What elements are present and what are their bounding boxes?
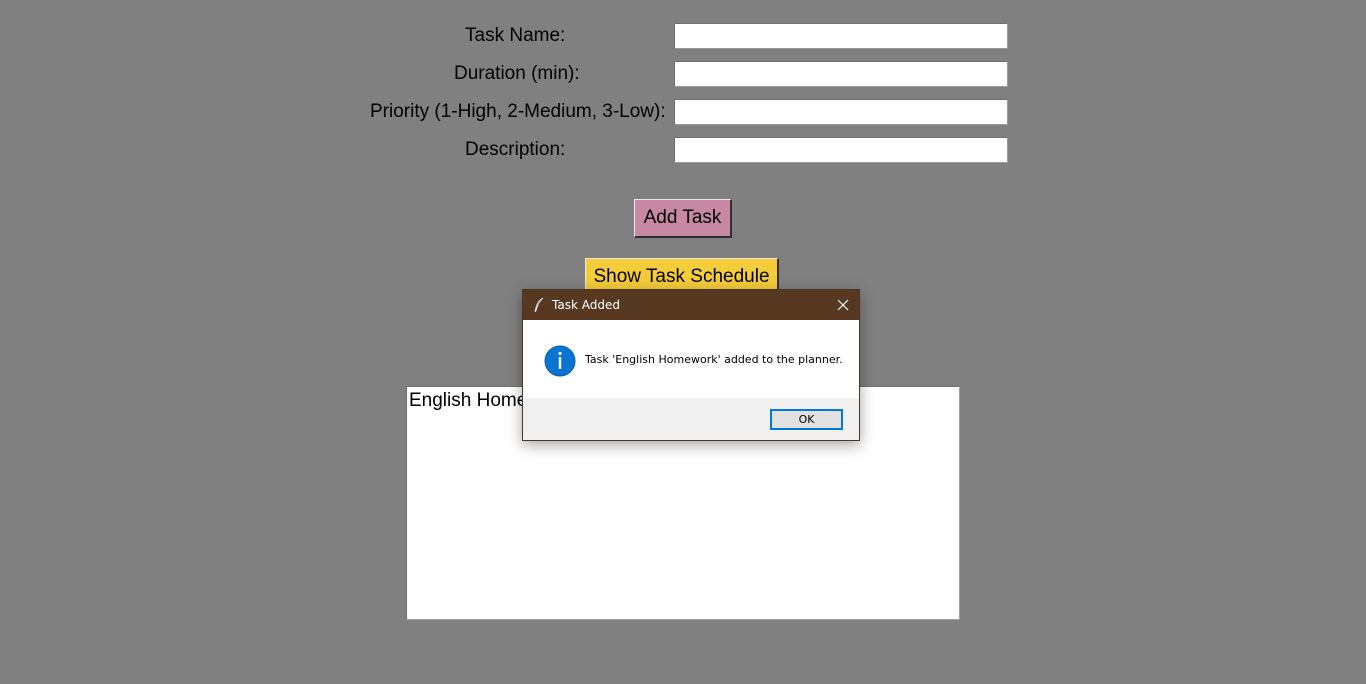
task-name-label: Task Name: [465, 25, 566, 46]
add-task-button[interactable]: Add Task [634, 199, 732, 238]
app-window: Task Name: Duration (min): Priority (1-H… [0, 0, 1366, 684]
dialog-footer: OK [523, 398, 859, 440]
duration-input[interactable] [674, 61, 1008, 87]
info-icon [544, 345, 576, 377]
close-icon [837, 299, 849, 311]
task-added-dialog: Task Added Task 'English Homework' added… [522, 289, 860, 441]
dialog-message: Task 'English Homework' added to the pla… [585, 353, 843, 366]
dialog-title: Task Added [552, 298, 620, 312]
ok-button[interactable]: OK [770, 409, 843, 430]
feather-icon [532, 297, 546, 313]
priority-input[interactable] [674, 99, 1008, 125]
task-name-input[interactable] [674, 23, 1008, 49]
priority-label: Priority (1-High, 2-Medium, 3-Low): [370, 101, 666, 122]
description-input[interactable] [674, 137, 1008, 163]
dialog-titlebar[interactable]: Task Added [523, 290, 859, 320]
description-label: Description: [465, 139, 566, 160]
close-button[interactable] [827, 290, 859, 320]
duration-label: Duration (min): [454, 63, 580, 84]
dialog-body: Task 'English Homework' added to the pla… [523, 320, 859, 398]
